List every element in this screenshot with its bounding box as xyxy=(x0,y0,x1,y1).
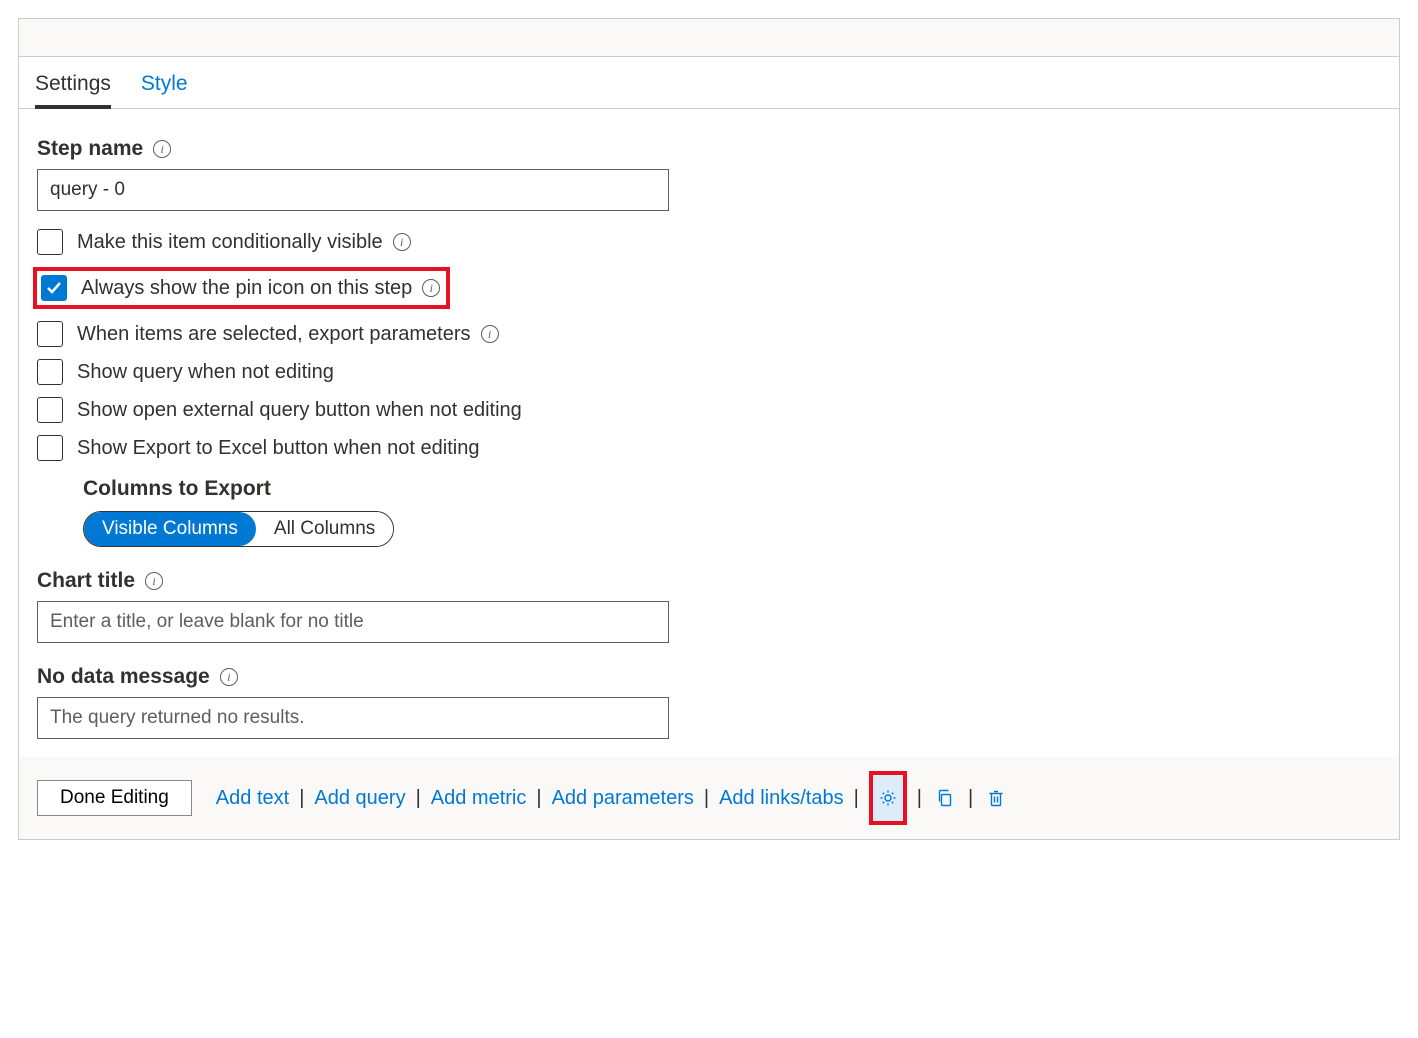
check-show-excel[interactable] xyxy=(37,435,63,461)
columns-export-label: Columns to Export xyxy=(83,477,1381,501)
info-icon[interactable]: i xyxy=(220,668,238,686)
delete-icon[interactable] xyxy=(983,785,1009,811)
columns-all-option[interactable]: All Columns xyxy=(256,512,393,546)
copy-icon[interactable] xyxy=(932,785,958,811)
add-parameters-link[interactable]: Add parameters xyxy=(552,787,694,810)
columns-visible-option[interactable]: Visible Columns xyxy=(84,512,256,546)
add-text-link[interactable]: Add text xyxy=(216,787,289,810)
tab-settings[interactable]: Settings xyxy=(35,62,111,109)
separator: | xyxy=(536,787,541,810)
add-links-tabs-link[interactable]: Add links/tabs xyxy=(719,787,844,810)
chart-title-input[interactable] xyxy=(37,601,669,643)
info-icon[interactable]: i xyxy=(422,279,440,297)
no-data-block: No data message i xyxy=(37,665,1381,739)
separator: | xyxy=(416,787,421,810)
tab-strip: Settings Style xyxy=(19,57,1399,109)
add-query-link[interactable]: Add query xyxy=(314,787,405,810)
check-show-excel-row: Show Export to Excel button when not edi… xyxy=(37,435,1381,461)
check-show-external[interactable] xyxy=(37,397,63,423)
separator: | xyxy=(917,787,922,810)
check-cond-visible[interactable] xyxy=(37,229,63,255)
info-icon[interactable]: i xyxy=(481,325,499,343)
info-icon[interactable]: i xyxy=(393,233,411,251)
no-data-label: No data message i xyxy=(37,665,1381,689)
separator: | xyxy=(854,787,859,810)
step-name-label: Step name i xyxy=(37,137,1381,161)
info-icon[interactable]: i xyxy=(145,572,163,590)
chart-title-block: Chart title i xyxy=(37,569,1381,643)
check-cond-visible-label: Make this item conditionally visible xyxy=(77,231,383,254)
footer-bar: Done Editing Add text | Add query | Add … xyxy=(19,757,1399,839)
check-show-query[interactable] xyxy=(37,359,63,385)
check-always-pin-label: Always show the pin icon on this step xyxy=(81,277,412,300)
chart-title-label: Chart title i xyxy=(37,569,1381,593)
gear-icon[interactable] xyxy=(875,785,901,811)
check-show-external-label: Show open external query button when not… xyxy=(77,399,522,422)
settings-panel: Settings Style Step name i Make this ite… xyxy=(18,18,1400,840)
check-always-pin-row: Always show the pin icon on this step i xyxy=(33,267,450,309)
separator: | xyxy=(299,787,304,810)
top-bar xyxy=(19,19,1399,57)
step-name-input[interactable] xyxy=(37,169,669,211)
check-show-query-row: Show query when not editing xyxy=(37,359,1381,385)
add-metric-link[interactable]: Add metric xyxy=(431,787,527,810)
step-name-text: Step name xyxy=(37,137,143,161)
no-data-input[interactable] xyxy=(37,697,669,739)
settings-body: Step name i Make this item conditionally… xyxy=(19,109,1399,757)
no-data-text: No data message xyxy=(37,665,210,689)
check-show-excel-label: Show Export to Excel button when not edi… xyxy=(77,437,479,460)
check-show-query-label: Show query when not editing xyxy=(77,361,334,384)
columns-export-section: Columns to Export Visible Columns All Co… xyxy=(83,477,1381,547)
check-always-pin[interactable] xyxy=(41,275,67,301)
tab-style[interactable]: Style xyxy=(141,62,188,109)
check-export-params-row: When items are selected, export paramete… xyxy=(37,321,1381,347)
separator: | xyxy=(968,787,973,810)
check-export-params[interactable] xyxy=(37,321,63,347)
info-icon[interactable]: i xyxy=(153,140,171,158)
check-cond-visible-row: Make this item conditionally visible i xyxy=(37,229,1381,255)
gear-highlight xyxy=(869,771,907,825)
done-editing-button[interactable]: Done Editing xyxy=(37,780,192,816)
check-export-params-label: When items are selected, export paramete… xyxy=(77,323,471,346)
check-show-external-row: Show open external query button when not… xyxy=(37,397,1381,423)
separator: | xyxy=(704,787,709,810)
columns-export-toggle: Visible Columns All Columns xyxy=(83,511,394,547)
chart-title-text: Chart title xyxy=(37,569,135,593)
